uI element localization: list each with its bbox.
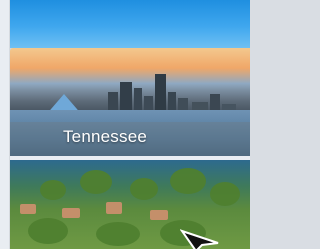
tree-cluster [28, 218, 68, 244]
tree-cluster [96, 222, 140, 246]
image-card[interactable]: Tennessee [10, 48, 250, 249]
left-edge-frame [0, 0, 10, 249]
house-roof [106, 202, 122, 214]
tree-cluster [170, 168, 206, 194]
tree-cluster [130, 178, 158, 200]
house-roof [62, 208, 80, 218]
house-roof [150, 210, 168, 220]
house-roof [20, 204, 36, 214]
slide-caption: Tennessee [62, 127, 148, 146]
tree-cluster [40, 180, 66, 200]
sky-image-strip [0, 0, 250, 48]
tree-cluster [80, 170, 112, 194]
browser-viewport: Tennessee [0, 0, 250, 249]
tree-cluster [210, 182, 240, 206]
